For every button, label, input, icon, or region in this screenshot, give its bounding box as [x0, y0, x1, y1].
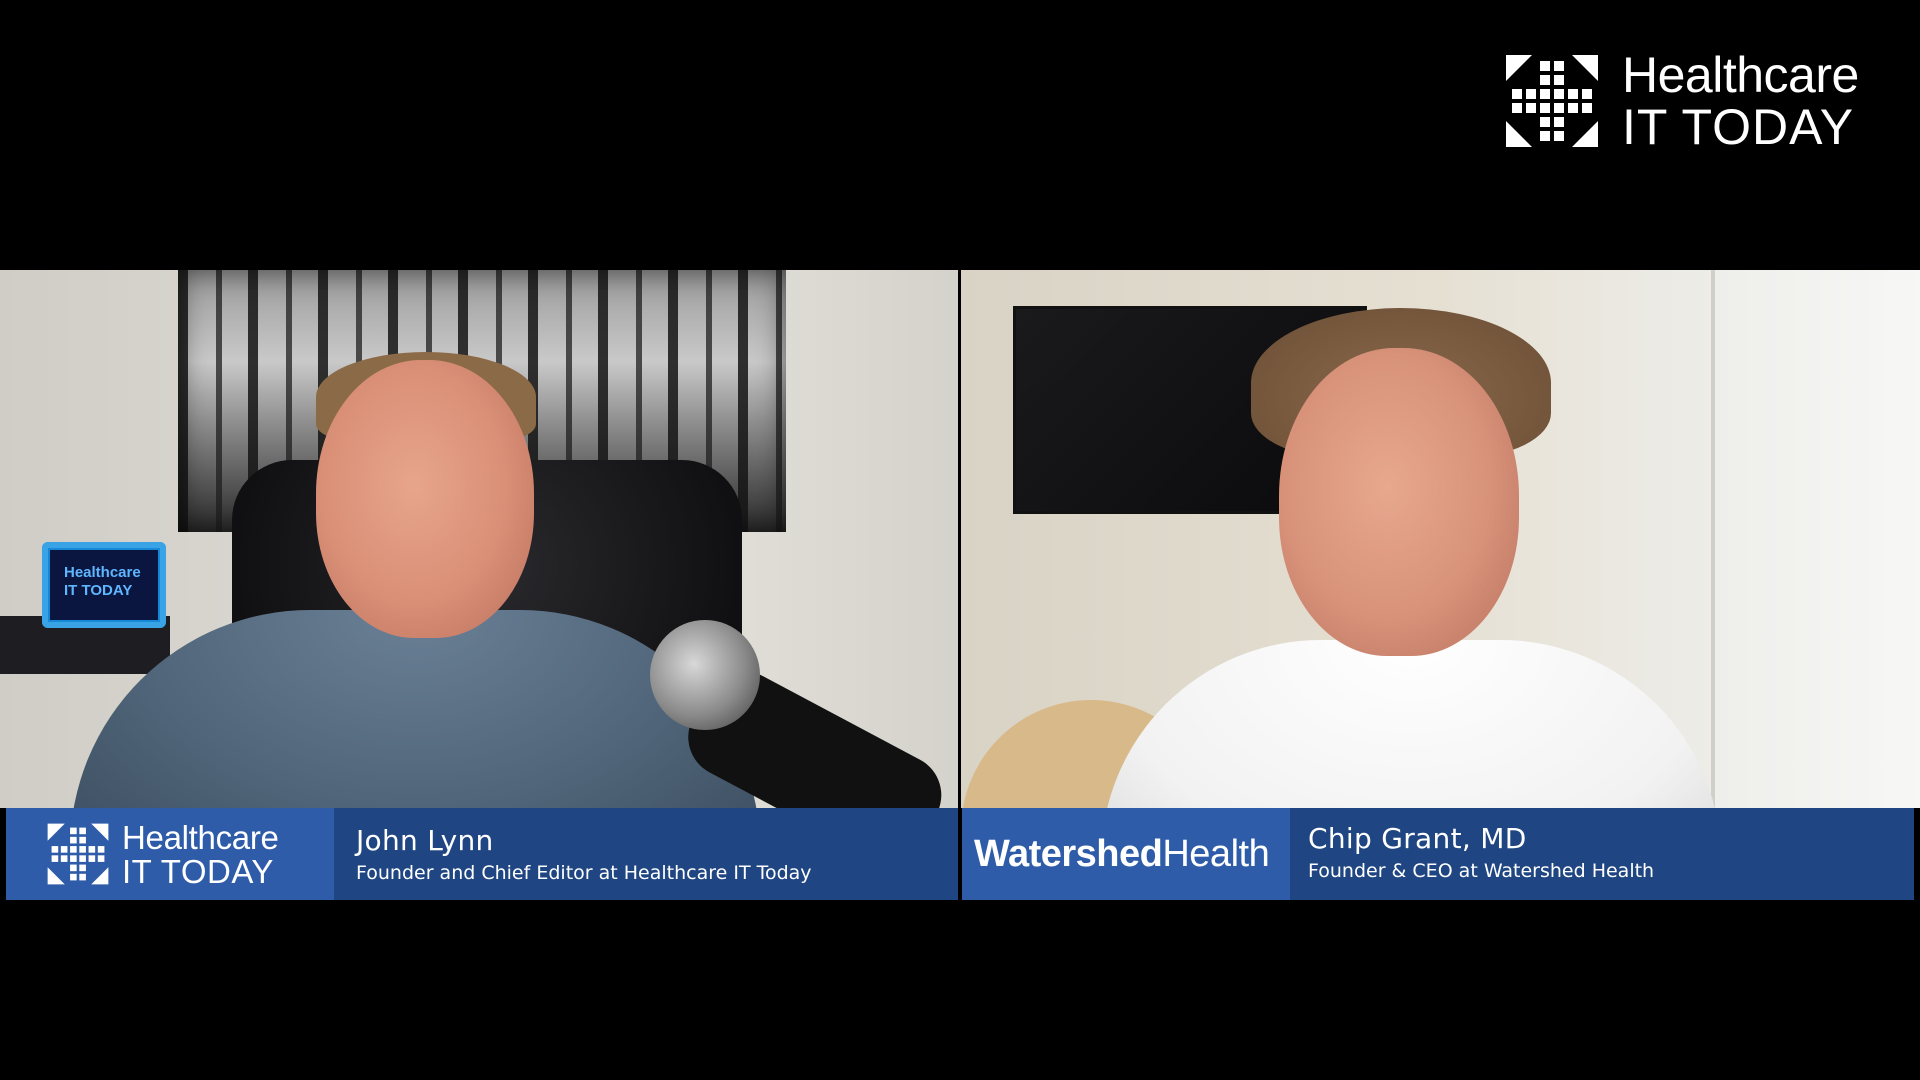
person-head	[1279, 348, 1519, 656]
video-feed-john-lynn: Healthcare IT TODAY	[0, 270, 958, 808]
logo-line1: Healthcare	[122, 818, 279, 856]
person-head	[316, 360, 534, 638]
healthcare-it-today-logo: Healthcare IT TODAY	[44, 821, 279, 888]
whiteboard	[1711, 270, 1920, 808]
speaker-name: Chip Grant, MD	[1308, 822, 1527, 855]
speaker-title: Founder & CEO at Watershed Health	[1308, 860, 1655, 882]
video-stage: Healthcare IT TODAY Healthcare IT TODAY	[0, 0, 1920, 1080]
watershed-health-logo: WatershedHealth	[974, 832, 1270, 876]
brand-logo: Healthcare IT TODAY	[1500, 50, 1859, 152]
brand-line1: Healthcare	[1622, 47, 1859, 103]
lower-third-logo: Healthcare IT TODAY	[6, 808, 334, 900]
microphone-icon	[650, 620, 760, 730]
lower-third-info: John Lynn Founder and Chief Editor at He…	[334, 808, 958, 900]
lower-third-john-lynn: Healthcare IT TODAY John Lynn Founder an…	[6, 808, 958, 900]
speaker-name: John Lynn	[356, 824, 494, 857]
logo-line2: IT TODAY	[122, 852, 274, 890]
brand-line2: IT TODAY	[1622, 99, 1855, 155]
lower-third-info: Chip Grant, MD Founder & CEO at Watershe…	[1290, 808, 1914, 900]
logo-regular-text: Health	[1162, 832, 1270, 875]
lower-third-chip-grant: WatershedHealth Chip Grant, MD Founder &…	[962, 808, 1914, 900]
video-feed-chip-grant	[961, 270, 1920, 808]
lower-third-logo: WatershedHealth	[962, 808, 1290, 900]
logo-bold-text: Watershed	[974, 832, 1163, 875]
tablet-screen: Healthcare IT TODAY	[50, 550, 158, 620]
healthcare-it-today-logo-icon	[1506, 55, 1598, 147]
speaker-title: Founder and Chief Editor at Healthcare I…	[356, 862, 812, 884]
healthcare-it-today-logo-icon	[47, 823, 109, 885]
